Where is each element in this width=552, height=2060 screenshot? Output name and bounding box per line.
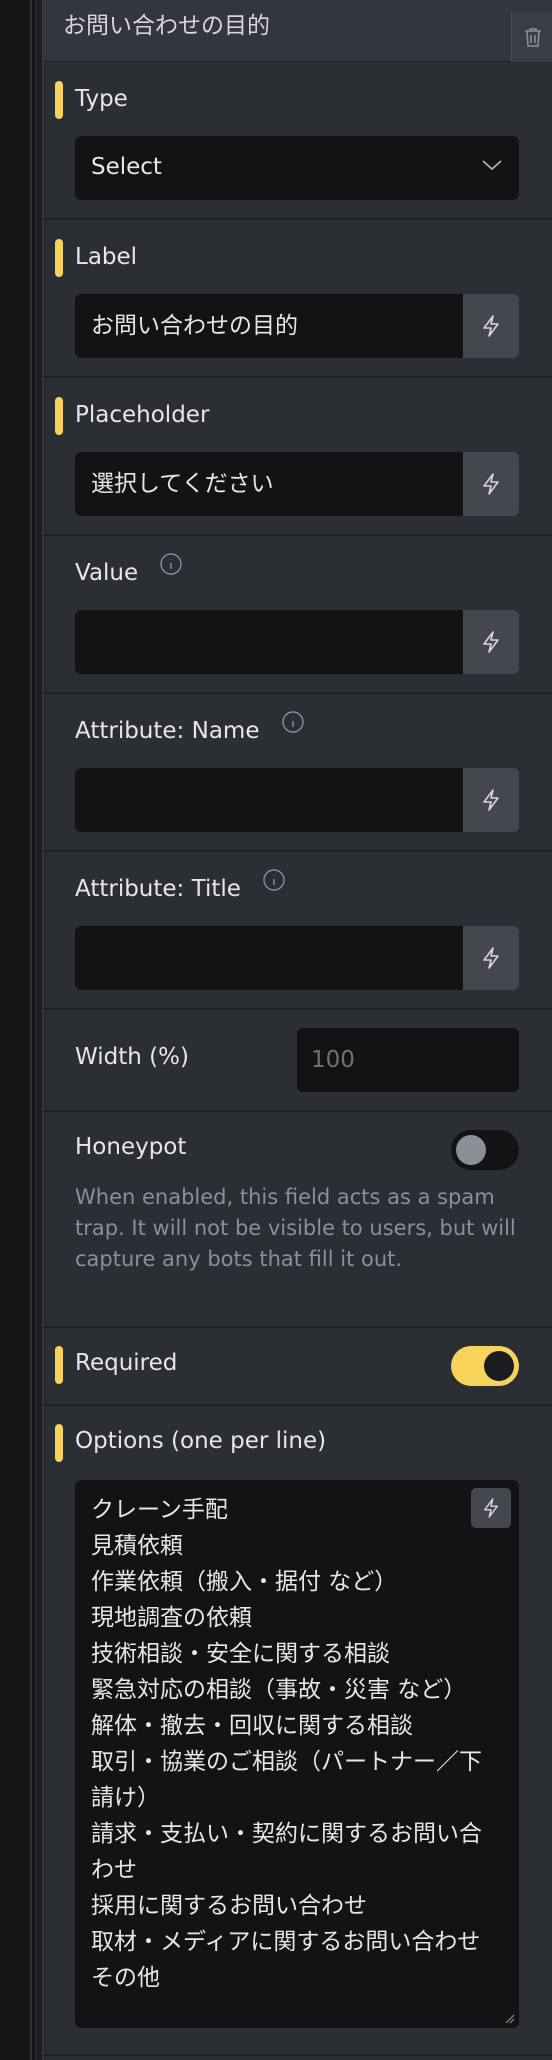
attribute-name-label-text: Attribute: Name (75, 718, 260, 744)
honeypot-label: Honeypot (75, 1134, 187, 1160)
width-label: Width (%) (75, 1044, 189, 1070)
option-line: 請け） (91, 1785, 160, 1811)
label-input[interactable]: お問い合わせの目的 (75, 294, 463, 358)
required-toggle[interactable] (451, 1346, 519, 1386)
option-line: 請求・支払い・契約に関するお問い合 (91, 1821, 482, 1847)
label-dynamic-button[interactable] (463, 294, 519, 358)
bolt-icon (483, 473, 499, 495)
type-label: Type (75, 86, 128, 112)
option-line: クレーン手配 (91, 1497, 228, 1523)
value-section: Value (43, 536, 552, 694)
label-label: Label (75, 244, 138, 270)
value-dynamic-button[interactable] (463, 610, 519, 674)
option-line: その他 (91, 1965, 160, 1991)
field-settings-panel: お問い合わせの目的 Type Select Label お問い合わせの目的 Pl… (42, 0, 552, 2060)
toggle-knob (456, 1135, 486, 1165)
attribute-name-section: Attribute: Name (43, 694, 552, 852)
option-line: 技術相談・安全に関する相談 (91, 1641, 390, 1667)
field-title: お問い合わせの目的 (63, 13, 270, 39)
required-section: Required (43, 1328, 552, 1406)
option-line: 採用に関するお問い合わせ (91, 1893, 367, 1919)
type-select-value: Select (91, 154, 162, 180)
required-marker (55, 397, 63, 435)
resize-handle-icon[interactable] (503, 2012, 515, 2024)
placeholder-input[interactable]: 選択してください (75, 452, 463, 516)
rail-line (30, 0, 32, 2060)
attribute-title-label-text: Attribute: Title (75, 876, 241, 902)
info-icon[interactable] (281, 710, 305, 734)
attribute-title-section: Attribute: Title (43, 852, 552, 1010)
toggle-knob (484, 1351, 514, 1381)
panel-header: お問い合わせの目的 (43, 0, 552, 62)
attribute-name-input-group (75, 768, 519, 832)
value-label: Value (75, 553, 183, 586)
type-section: Type Select (43, 62, 552, 220)
options-label: Options (one per line) (75, 1428, 327, 1454)
bolt-icon (483, 631, 499, 653)
option-line: 作業依頼（搬入・据付 など） (91, 1569, 398, 1595)
bolt-icon (483, 789, 499, 811)
required-marker (55, 1346, 63, 1384)
option-line: わせ (91, 1857, 137, 1883)
trash-icon (524, 28, 541, 47)
bolt-icon (483, 315, 499, 337)
required-marker (55, 1424, 63, 1462)
attribute-name-label: Attribute: Name (75, 711, 305, 744)
honeypot-description: When enabled, this field acts as a spam … (75, 1185, 516, 1271)
honeypot-section: Honeypot When enabled, this field acts a… (43, 1112, 552, 1328)
required-marker (55, 81, 63, 119)
placeholder-dynamic-button[interactable] (463, 452, 519, 516)
options-dynamic-button[interactable] (471, 1488, 511, 1528)
attribute-name-dynamic-button[interactable] (463, 768, 519, 832)
type-select[interactable]: Select (75, 136, 519, 200)
width-input[interactable]: 100 (297, 1028, 519, 1092)
attribute-title-label: Attribute: Title (75, 869, 286, 902)
option-line: 取材・メディアに関するお問い合わせ (91, 1929, 481, 1955)
label-section: Label お問い合わせの目的 (43, 220, 552, 378)
option-line: 現地調査の依頼 (91, 1605, 252, 1631)
option-line: 見積依頼 (91, 1533, 183, 1559)
bolt-icon (483, 1498, 499, 1518)
bolt-icon (483, 947, 499, 969)
option-line: 緊急対応の相談（事故・災害 など） (91, 1677, 467, 1703)
chevron-down-icon (482, 160, 502, 171)
options-section: Options (one per line) クレーン手配 見積依頼 作業依頼（… (43, 1406, 552, 2056)
width-section: Width (%) 100 (43, 1010, 552, 1112)
options-textarea[interactable]: クレーン手配 見積依頼 作業依頼（搬入・据付 など） 現地調査の依頼 技術相談・… (75, 1480, 519, 2028)
required-label: Required (75, 1350, 178, 1376)
info-icon[interactable] (159, 552, 183, 576)
placeholder-label: Placeholder (75, 402, 210, 428)
placeholder-section: Placeholder 選択してください (43, 378, 552, 536)
label-input-group: お問い合わせの目的 (75, 294, 519, 358)
required-marker (55, 239, 63, 277)
info-icon[interactable] (262, 868, 286, 892)
delete-field-button[interactable] (511, 12, 552, 62)
value-input-group (75, 610, 519, 674)
placeholder-input-group: 選択してください (75, 452, 519, 516)
left-rail (0, 0, 36, 2060)
value-input[interactable] (75, 610, 463, 674)
attribute-name-input[interactable] (75, 768, 463, 832)
honeypot-toggle[interactable] (451, 1130, 519, 1170)
attribute-title-input-group (75, 926, 519, 990)
value-label-text: Value (75, 560, 139, 586)
option-line: 解体・撤去・回収に関する相談 (91, 1713, 413, 1739)
attribute-title-dynamic-button[interactable] (463, 926, 519, 990)
attribute-title-input[interactable] (75, 926, 463, 990)
option-line: 取引・協業のご相談（パートナー／下 (91, 1749, 482, 1775)
